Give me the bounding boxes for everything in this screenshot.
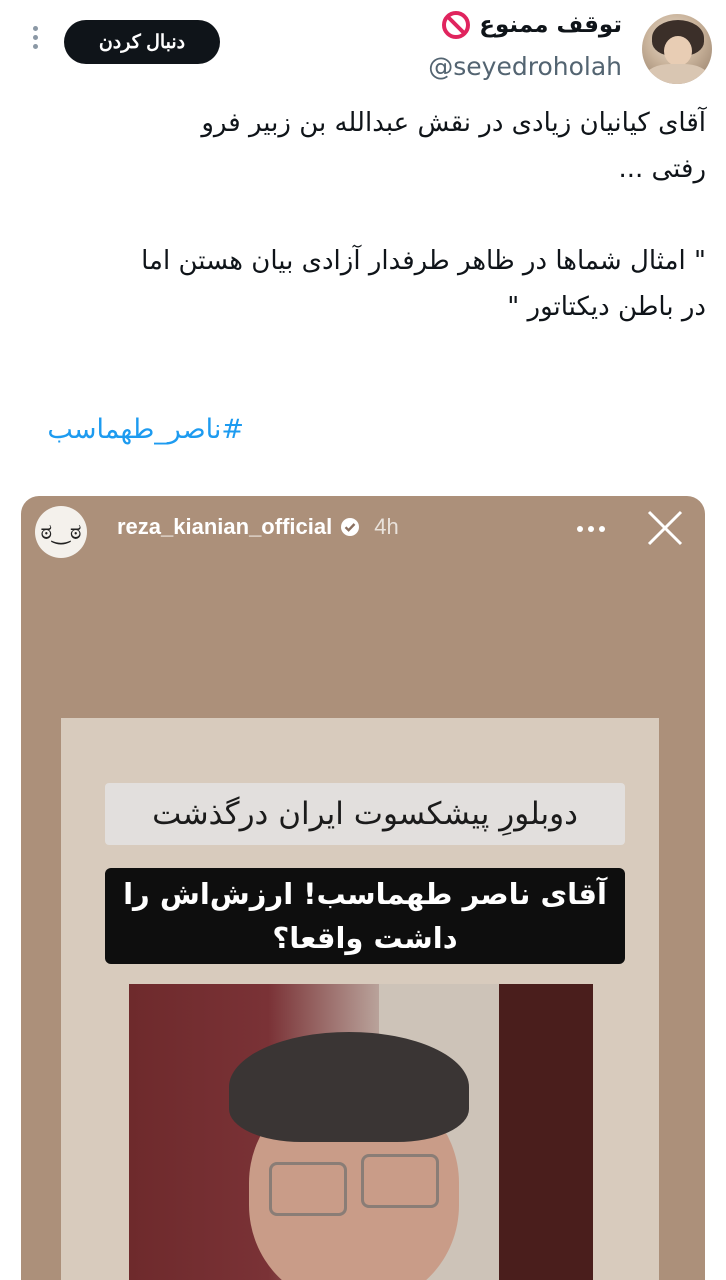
more-options-icon[interactable] — [28, 22, 42, 62]
story-avatar[interactable]: ಠ‿ಠ — [35, 506, 87, 558]
story-caption-top: دوبلورِ پیشکسوت ایران درگذشت — [105, 783, 625, 845]
tweet-header: توقف ممنوع @seyedroholah دنبال کردن — [0, 0, 726, 96]
hashtag-link[interactable]: #ناصر_طهماسب — [47, 414, 244, 445]
user-handle[interactable]: @seyedroholah — [428, 52, 622, 81]
user-avatar[interactable] — [642, 14, 712, 84]
tweet-media[interactable]: ಠ‿ಠ reza_kianian_official 4h دوبلورِ پیش… — [21, 496, 705, 1280]
follow-button[interactable]: دنبال کردن — [64, 20, 220, 64]
story-more-icon[interactable] — [577, 526, 605, 532]
display-name[interactable]: توقف ممنوع — [479, 12, 622, 38]
no-entry-icon — [442, 11, 471, 39]
story-header: ಠ‿ಠ reza_kianian_official 4h — [21, 496, 705, 566]
tweet-text: آقای کیانیان زیادی در نقش عبدالله بن زبی… — [141, 108, 706, 322]
story-caption-bottom: آقای ناصر طهماسب! ارزش‌اش را داشت واقعا؟ — [105, 868, 625, 964]
story-username[interactable]: reza_kianian_official — [117, 514, 332, 540]
verified-badge-icon — [341, 518, 360, 536]
story-user-row[interactable]: reza_kianian_official 4h — [117, 514, 399, 540]
close-icon[interactable] — [645, 508, 685, 548]
story-time: 4h — [374, 514, 399, 539]
portrait-photo — [129, 984, 593, 1280]
display-name-row[interactable]: توقف ممنوع — [441, 10, 622, 40]
